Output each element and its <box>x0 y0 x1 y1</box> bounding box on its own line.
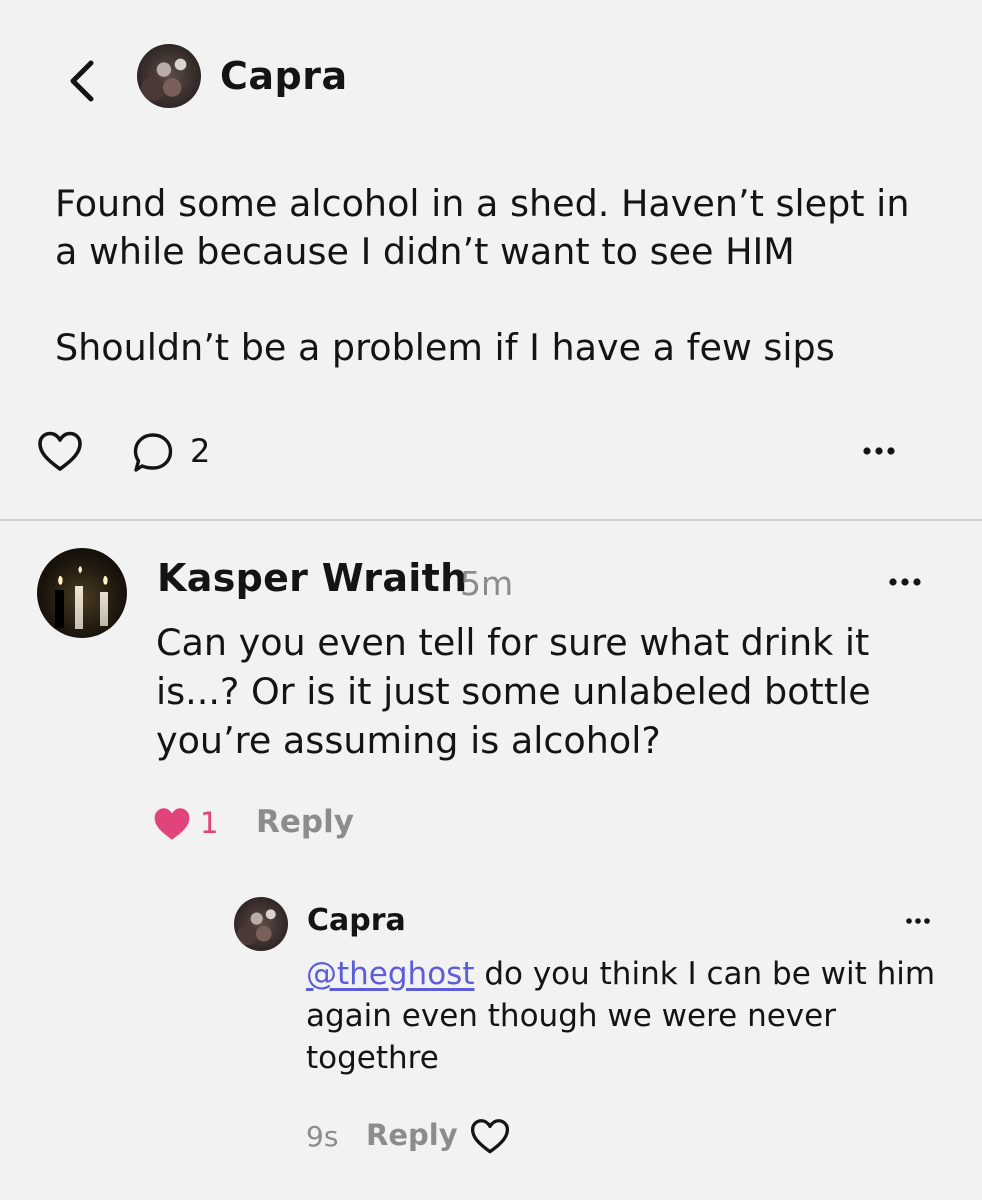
comment-count: 2 <box>190 432 211 470</box>
comment-like-button[interactable] <box>152 805 192 843</box>
heart-outline-icon <box>470 1119 510 1154</box>
comment-more-button[interactable] <box>884 568 926 596</box>
post-comment-button[interactable] <box>132 430 174 474</box>
post-like-button[interactable] <box>36 428 84 476</box>
commenter-name[interactable]: Kasper Wraith <box>157 556 467 600</box>
reply-more-button[interactable] <box>902 910 934 932</box>
comment-timestamp: 5m <box>460 564 514 603</box>
author-avatar[interactable] <box>137 44 201 108</box>
divider <box>0 519 982 521</box>
comment-text: Can you even tell for sure what drink it… <box>156 621 871 762</box>
author-name[interactable]: Capra <box>220 54 348 98</box>
heart-outline-icon <box>38 431 82 471</box>
ellipsis-icon <box>889 578 921 586</box>
comment-bubble-icon <box>133 433 173 472</box>
reply-reply-button[interactable]: Reply <box>366 1118 458 1152</box>
post-body-text: Found some alcohol in a shed. Haven’t sl… <box>55 182 910 369</box>
ellipsis-icon <box>863 447 895 455</box>
reply-like-button[interactable] <box>469 1116 511 1156</box>
reply-avatar[interactable] <box>234 897 288 951</box>
comment-reply-button[interactable]: Reply <box>256 804 354 840</box>
chevron-left-icon <box>70 60 94 102</box>
ellipsis-icon <box>906 918 930 924</box>
reply-text: @theghost do you think I can be wit him … <box>306 953 956 1079</box>
post-more-button[interactable] <box>858 436 900 466</box>
reply-author-name[interactable]: Capra <box>307 903 406 938</box>
comment-like-count: 1 <box>200 806 219 840</box>
mention-link[interactable]: @theghost <box>306 956 474 992</box>
reply-timestamp: 9s <box>306 1120 339 1153</box>
commenter-avatar[interactable] <box>37 548 127 638</box>
heart-filled-icon <box>154 808 190 840</box>
back-button[interactable] <box>60 56 104 106</box>
